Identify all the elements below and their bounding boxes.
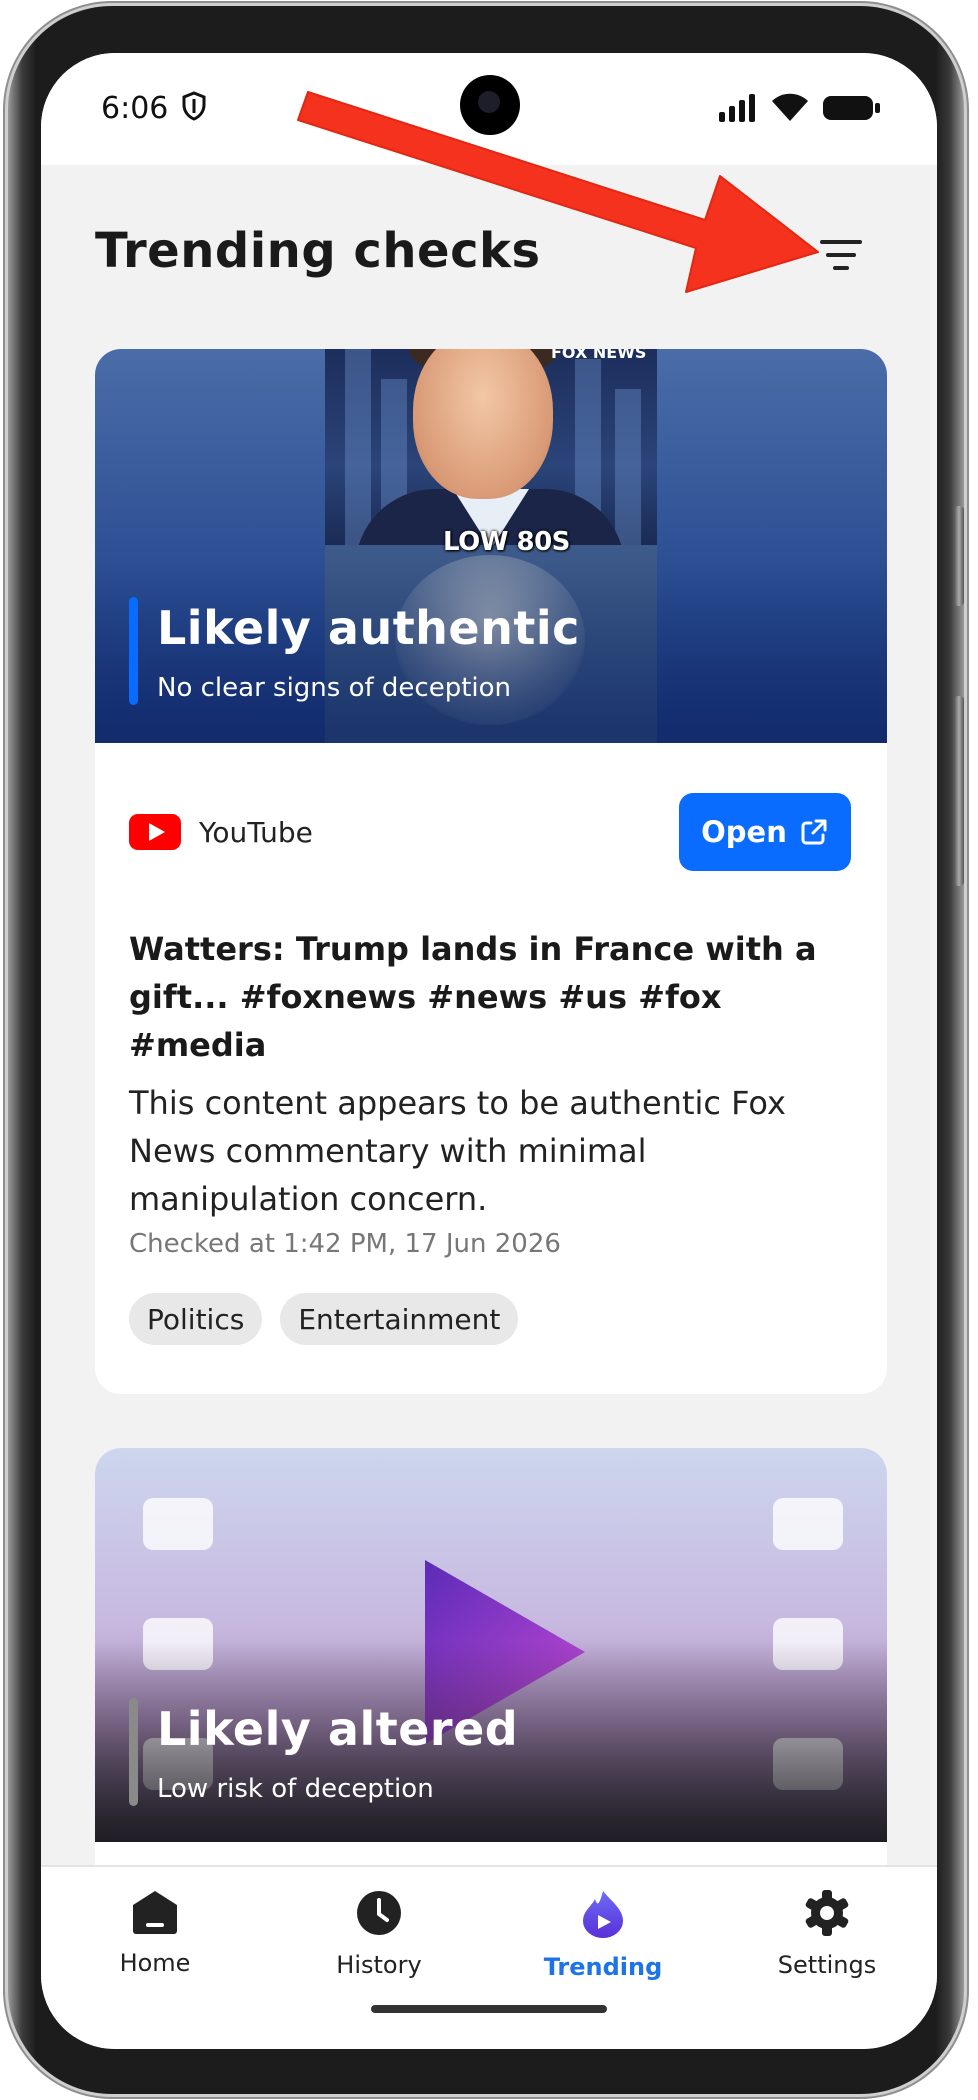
tag-chip[interactable]: Politics (129, 1293, 263, 1345)
nav-item-settings[interactable]: Settings (737, 1889, 917, 1979)
tag-chip[interactable]: Entertainment (280, 1293, 519, 1345)
shield-icon (181, 91, 207, 125)
volume-button (954, 506, 964, 606)
checked-timestamp: Checked at 1:42 PM, 17 Jun 2026 (129, 1229, 561, 1259)
nav-label-home: Home (119, 1949, 191, 1977)
clock-icon (357, 1891, 401, 1935)
card-thumbnail[interactable]: FOX NEWS LOW 80S Likely authentic No cle… (95, 349, 887, 743)
home-icon (133, 1891, 177, 1934)
home-indicator[interactable] (371, 2005, 607, 2013)
phone-frame: 6:06 Trending checks FOX NEWS LOW 80S Li… (8, 6, 964, 2094)
verdict-subtitle: Low risk of deception (157, 1774, 434, 1804)
bottom-nav: Home History Trending Settings (41, 1865, 937, 2049)
verdict-subtitle: No clear signs of deception (157, 673, 512, 703)
open-button-label: Open (701, 815, 787, 849)
nav-label-history: History (336, 1951, 422, 1979)
power-button (954, 696, 964, 886)
annotation-arrow-icon (297, 91, 819, 293)
card-headline: Watters: Trump lands in France with a gi… (129, 930, 817, 1064)
youtube-icon (129, 814, 181, 850)
trending-card[interactable]: FOX NEWS LOW 80S Likely authentic No cle… (95, 349, 887, 1394)
nav-item-home[interactable]: Home (65, 1889, 245, 1977)
verdict-title: Likely authentic (157, 601, 580, 655)
verdict-indicator (129, 1698, 138, 1806)
nav-item-trending[interactable]: Trending (513, 1889, 693, 1981)
card-thumbnail[interactable]: Likely altered Low risk of deception (95, 1448, 887, 1842)
screen: 6:06 Trending checks FOX NEWS LOW 80S Li… (41, 53, 937, 2049)
external-link-icon (801, 819, 827, 845)
verdict-indicator (129, 597, 138, 705)
thumbnail-logo: FOX NEWS (551, 349, 647, 362)
card-description: This content appears to be authentic Fox… (129, 1084, 786, 1218)
open-button[interactable]: Open (679, 793, 851, 871)
gear-icon (805, 1890, 849, 1936)
trending-flame-icon (583, 1891, 623, 1938)
nav-label-trending: Trending (543, 1953, 663, 1981)
nav-item-history[interactable]: History (289, 1889, 469, 1979)
tag-list: Politics Entertainment (129, 1293, 519, 1345)
source-row: YouTube (129, 814, 313, 850)
thumbnail-caption: LOW 80S (443, 527, 570, 557)
nav-label-settings: Settings (777, 1951, 877, 1979)
source-label: YouTube (199, 815, 313, 849)
verdict-title: Likely altered (157, 1702, 519, 1756)
status-time: 6:06 (101, 91, 169, 126)
